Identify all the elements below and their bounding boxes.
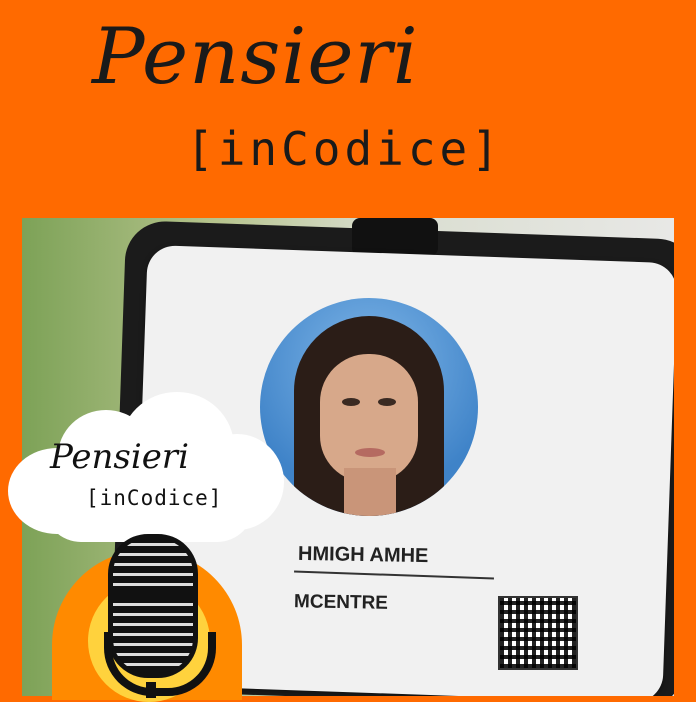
microphone-band bbox=[108, 592, 198, 600]
cover-subtitle: [inCodice] bbox=[186, 122, 503, 176]
cover-title: Pensieri bbox=[92, 12, 419, 102]
left-eye bbox=[342, 398, 360, 406]
podcast-logo: Pensieri [inCodice] bbox=[0, 372, 300, 702]
podcast-cover: Pensieri [inCodice] HMIGH AMHE MCENTRE P… bbox=[0, 0, 696, 702]
logo-title: Pensieri bbox=[50, 437, 189, 477]
right-eye bbox=[378, 398, 396, 406]
lips bbox=[355, 448, 385, 457]
qr-code-icon bbox=[498, 596, 578, 670]
face-shape bbox=[320, 354, 418, 482]
logo-subtitle: [inCodice] bbox=[86, 486, 223, 510]
badge-department: MCENTRE bbox=[293, 591, 389, 614]
neck-shape bbox=[344, 468, 396, 516]
holder-strap bbox=[352, 218, 438, 256]
badge-name: HMIGH AMHE bbox=[297, 542, 429, 568]
